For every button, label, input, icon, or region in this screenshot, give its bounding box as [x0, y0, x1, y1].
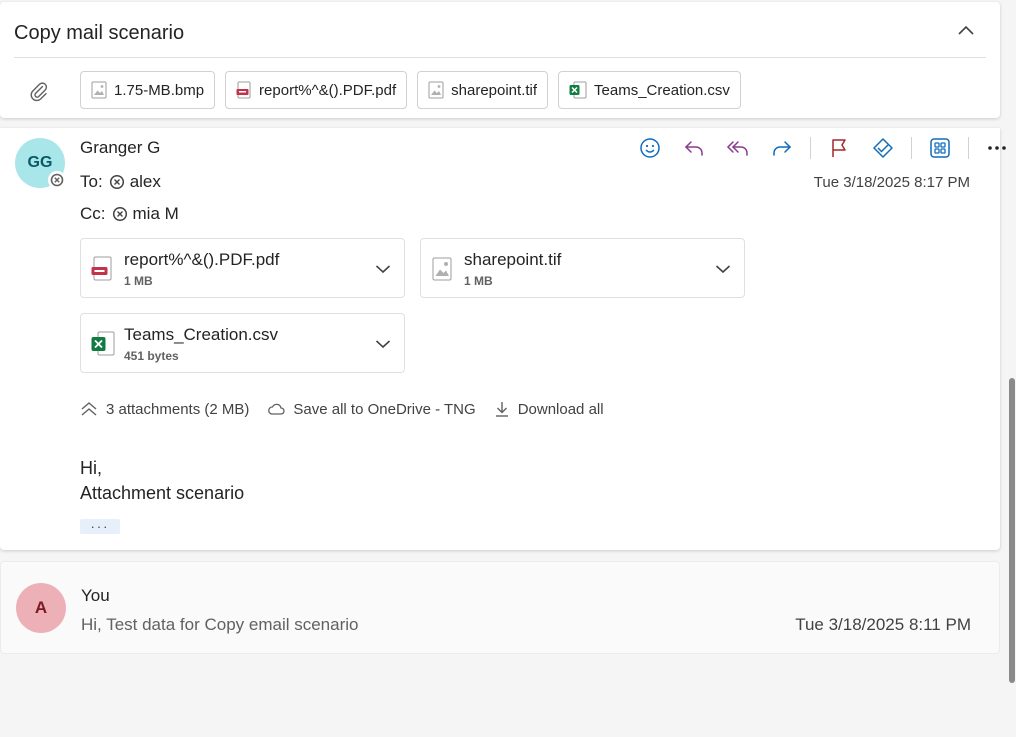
header-attachment-chip[interactable]: 1.75-MB.bmp	[80, 71, 216, 109]
emoji-icon	[640, 138, 660, 158]
tag-icon	[873, 138, 893, 158]
thread-subject: Copy mail scenario	[14, 22, 185, 44]
flag-button[interactable]	[822, 132, 856, 164]
header-attachment-list: 1.75-MB.bmp report%^&().PDF.pdf sharepoi…	[80, 71, 741, 109]
message-timestamp: Tue 3/18/2025 8:11 PM	[795, 615, 971, 634]
header-divider	[14, 57, 986, 58]
attachment-name: report%^&().PDF.pdf	[124, 250, 280, 269]
download-icon	[495, 402, 508, 417]
more-horizontal-icon	[988, 146, 1006, 150]
attachment-menu-button[interactable]	[712, 259, 734, 279]
sender-name[interactable]: Granger G	[80, 138, 160, 158]
attachment-card[interactable]: sharepoint.tif 1 MB	[420, 238, 745, 298]
forward-icon	[773, 141, 792, 156]
message-expanded: GG Granger G To: alex Cc: mia M Tue 3/18…	[0, 128, 1006, 550]
download-all-label: Download all	[517, 400, 604, 418]
header-attachment-name: Teams_Creation.csv	[594, 81, 730, 99]
attachment-menu-button[interactable]	[372, 334, 394, 354]
toolbar-separator	[810, 137, 811, 159]
pdf-file-icon	[91, 256, 112, 281]
attachment-card[interactable]: Teams_Creation.csv 451 bytes	[80, 313, 405, 373]
react-button[interactable]	[633, 132, 667, 164]
excel-file-icon	[91, 331, 115, 356]
sender-name: You	[81, 586, 110, 605]
header-attachment-name: 1.75-MB.bmp	[114, 81, 205, 99]
download-all-button[interactable]: Download all	[494, 400, 604, 418]
message-timestamp: Tue 3/18/2025 8:17 PM	[813, 174, 970, 191]
message-toolbar	[628, 132, 1016, 164]
save-all-onedrive-button[interactable]: Save all to OneDrive - TNG	[267, 400, 476, 418]
to-recipient-name: alex	[129, 172, 161, 191]
header-attachment-name: report%^&().PDF.pdf	[259, 81, 397, 99]
cc-recipient[interactable]: mia M	[112, 204, 179, 224]
attachment-size: 1 MB	[124, 274, 153, 288]
presence-offline-icon	[112, 206, 127, 222]
to-line: To: alex	[80, 172, 161, 192]
categorize-button[interactable]	[866, 132, 900, 164]
message-body: Hi, Attachment scenario	[80, 456, 244, 506]
presence-offline-icon	[109, 174, 124, 190]
cc-line: Cc: mia M	[80, 204, 179, 224]
reply-all-icon	[726, 141, 748, 156]
attachment-name: sharepoint.tif	[464, 250, 562, 269]
excel-file-icon	[569, 81, 587, 99]
attachment-size: 451 bytes	[124, 349, 179, 363]
header-attachment-chip[interactable]: report%^&().PDF.pdf	[225, 71, 408, 109]
header-attachment-chip[interactable]: sharepoint.tif	[417, 71, 549, 109]
reply-all-button[interactable]	[721, 132, 755, 164]
reply-button[interactable]	[677, 132, 711, 164]
message-preview: Hi, Test data for Copy email scenario	[81, 615, 359, 634]
body-line: Attachment scenario	[80, 483, 245, 503]
pdf-file-icon	[236, 81, 251, 99]
thread-header: Copy mail scenario 1.75-MB.bmp report%^&…	[0, 2, 1000, 118]
header-attachment-chip[interactable]: Teams_Creation.csv	[558, 71, 741, 109]
attachments-summary: 3 attachments (2 MB)	[106, 400, 250, 418]
toolbar-separator	[968, 137, 969, 159]
flag-icon	[832, 139, 846, 157]
image-file-icon	[432, 257, 452, 281]
forward-button[interactable]	[765, 132, 799, 164]
chevron-down-icon	[375, 340, 391, 349]
apps-button[interactable]	[923, 132, 957, 164]
scrollbar-thumb[interactable]	[1009, 378, 1015, 683]
collapse-attachments-button[interactable]: 3 attachments (2 MB)	[80, 401, 249, 418]
reply-icon	[684, 141, 703, 156]
save-all-label: Save all to OneDrive - TNG	[293, 400, 476, 418]
attachment-size: 1 MB	[464, 274, 493, 288]
cc-label: Cc:	[80, 204, 106, 223]
to-recipient[interactable]: alex	[109, 172, 161, 192]
chevron-down-icon	[375, 265, 391, 274]
paperclip-icon	[30, 82, 48, 102]
attachment-menu-button[interactable]	[372, 259, 394, 279]
image-file-icon	[428, 81, 444, 99]
double-chevron-up-icon	[81, 402, 97, 416]
image-file-icon	[91, 81, 107, 99]
show-trimmed-content-button[interactable]: ···	[80, 519, 120, 534]
apps-grid-icon	[930, 138, 950, 158]
body-line: Hi,	[80, 458, 102, 478]
chevron-down-icon	[715, 265, 731, 274]
toolbar-separator	[911, 137, 912, 159]
sender-avatar[interactable]: A	[16, 583, 66, 633]
attachment-card[interactable]: report%^&().PDF.pdf 1 MB	[80, 238, 405, 298]
attachment-actions: 3 attachments (2 MB) Save all to OneDriv…	[80, 400, 622, 418]
to-label: To:	[80, 172, 103, 191]
cloud-icon	[268, 403, 285, 415]
mail-reading-pane: Copy mail scenario 1.75-MB.bmp report%^&…	[0, 0, 1016, 737]
chevron-up-icon	[958, 25, 974, 35]
presence-offline-icon	[48, 171, 66, 189]
message-collapsed[interactable]: A You Hi, Test data for Copy email scena…	[0, 561, 1000, 654]
cc-recipient-name: mia M	[132, 204, 179, 223]
header-attachment-name: sharepoint.tif	[451, 81, 538, 99]
attachment-name: Teams_Creation.csv	[124, 325, 279, 344]
collapse-thread-button[interactable]	[952, 16, 980, 44]
